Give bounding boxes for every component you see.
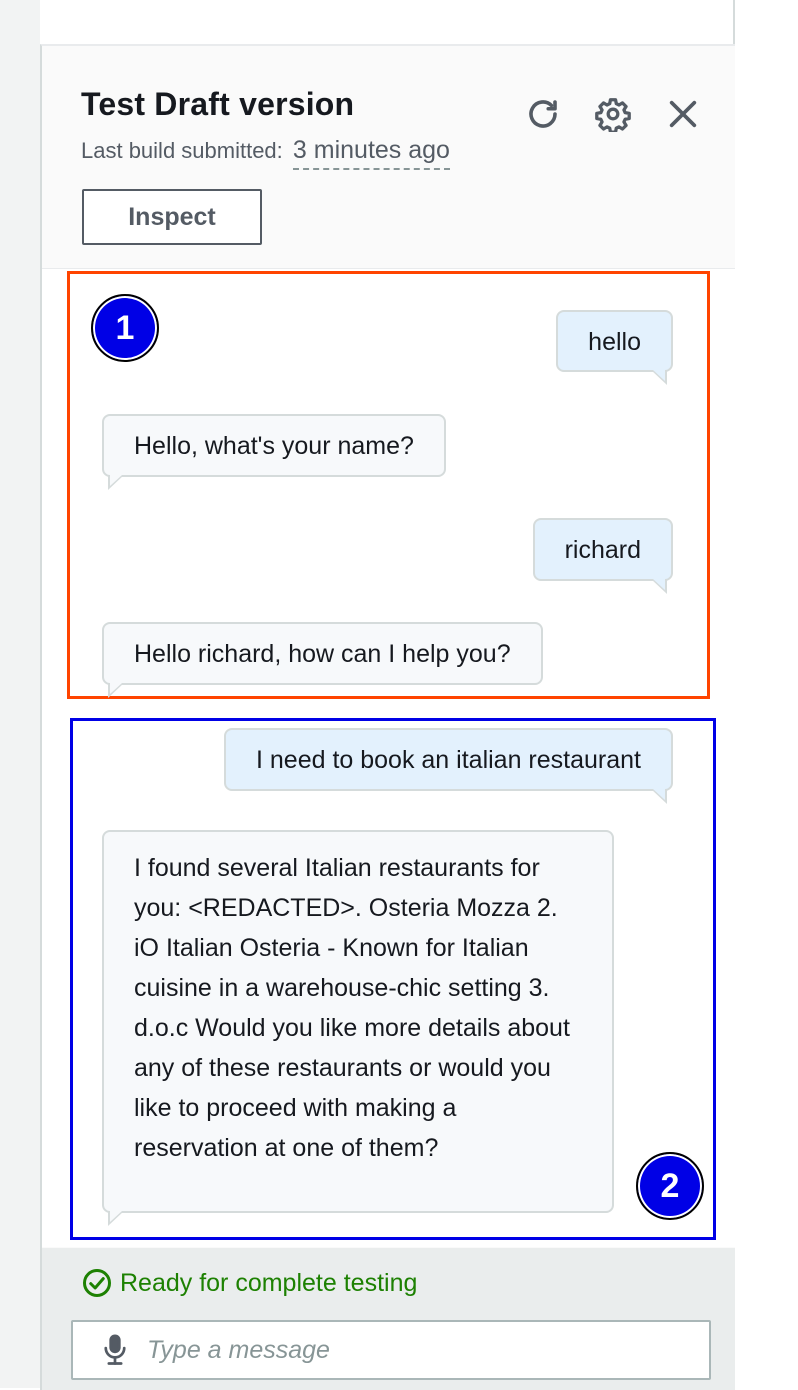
status-text: Ready for complete testing bbox=[120, 1268, 418, 1297]
message-text: hello bbox=[588, 328, 641, 356]
annotation-badge-1: 1 bbox=[91, 294, 159, 362]
message-bubble-user: richard bbox=[532, 518, 673, 594]
chat-footer: Ready for complete testing bbox=[42, 1248, 735, 1390]
annotation-badge-2: 2 bbox=[636, 1152, 704, 1220]
build-status: Last build submitted: 3 minutes ago bbox=[81, 136, 450, 170]
message-bubble-user: hello bbox=[556, 310, 673, 385]
message-text: Hello richard, how can I help you? bbox=[134, 640, 511, 668]
right-background bbox=[733, 0, 798, 1388]
message-text: Hello, what's your name? bbox=[134, 432, 414, 460]
chat-transcript[interactable]: 1 2 hello Hello, what's your name? richa… bbox=[42, 269, 735, 1247]
build-time[interactable]: 3 minutes ago bbox=[292, 136, 450, 170]
check-circle-icon bbox=[83, 1269, 111, 1297]
build-label: Last build submitted: bbox=[81, 138, 283, 163]
message-text: I found several Italian restaurants for … bbox=[134, 854, 570, 1162]
message-input-container bbox=[71, 1320, 711, 1380]
message-bubble-bot: I found several Italian restaurants for … bbox=[102, 830, 614, 1226]
refresh-icon[interactable] bbox=[523, 94, 563, 134]
close-icon[interactable] bbox=[663, 94, 703, 134]
message-bubble-bot: Hello, what's your name? bbox=[102, 414, 446, 490]
ready-status: Ready for complete testing bbox=[82, 1268, 417, 1298]
panel-header: Test Draft version Last build submitted:… bbox=[42, 46, 735, 269]
message-text: I need to book an italian restaurant bbox=[256, 746, 641, 774]
left-background bbox=[0, 0, 40, 1388]
settings-gear-icon[interactable] bbox=[593, 94, 633, 134]
microphone-icon[interactable] bbox=[95, 1330, 135, 1370]
inspect-button[interactable]: Inspect bbox=[82, 189, 262, 245]
message-bubble-user: I need to book an italian restaurant bbox=[224, 728, 673, 804]
test-panel: Test Draft version Last build submitted:… bbox=[40, 44, 735, 1390]
panel-title: Test Draft version bbox=[81, 86, 355, 122]
message-text: richard bbox=[564, 536, 641, 564]
message-bubble-bot: Hello richard, how can I help you? bbox=[102, 622, 543, 698]
message-input[interactable] bbox=[145, 1334, 669, 1366]
